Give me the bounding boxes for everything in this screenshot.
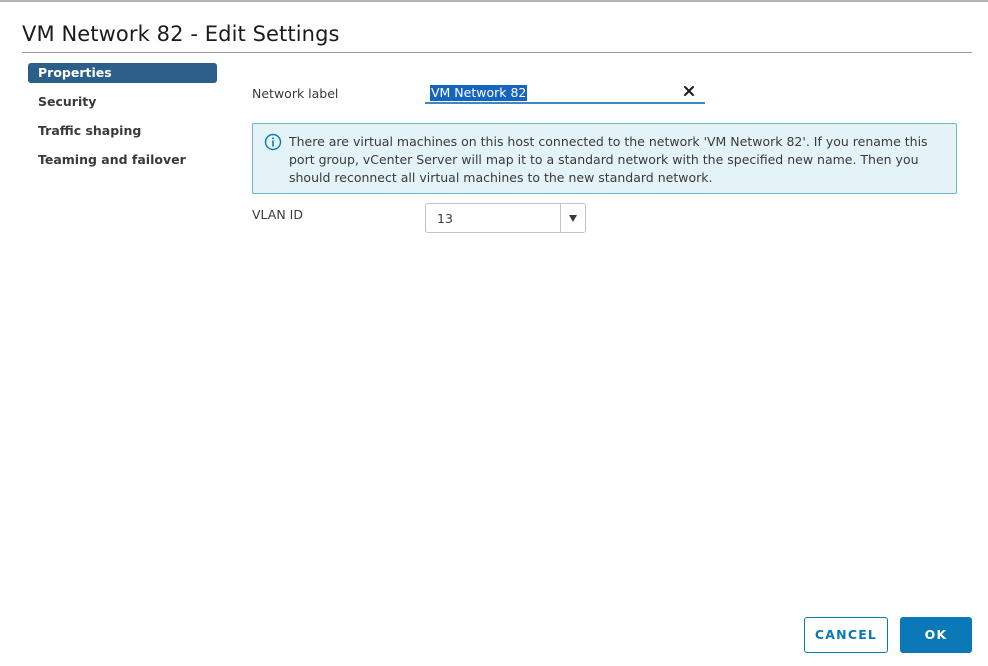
info-icon [264,133,282,151]
caret-down-icon[interactable] [569,215,577,222]
info-alert: There are virtual machines on this host … [252,123,957,194]
nav-item-traffic-shaping[interactable]: Traffic shaping [28,121,217,141]
title-divider [22,52,972,53]
vlan-id-value: 13 [437,211,453,226]
vlan-id-caption: VLAN ID [252,207,303,222]
nav-item-properties[interactable]: Properties [28,63,217,83]
settings-nav: Properties Security Traffic shaping Team… [28,63,217,179]
edit-settings-dialog: VM Network 82 - Edit Settings Properties… [0,0,988,666]
nav-item-security[interactable]: Security [28,92,217,112]
cancel-button[interactable]: CANCEL [804,617,888,653]
window-top-border [0,0,988,2]
network-label-caption: Network label [252,86,339,101]
dialog-title: VM Network 82 - Edit Settings [22,22,340,46]
vlan-id-select[interactable]: 13 [425,203,586,233]
nav-item-teaming-and-failover[interactable]: Teaming and failover [28,150,217,170]
info-message: There are virtual machines on this host … [289,134,928,185]
close-icon[interactable] [681,83,697,99]
network-label-input[interactable]: VM Network 82 [425,82,705,104]
network-label-value: VM Network 82 [430,85,528,101]
select-divider [560,204,561,232]
ok-button[interactable]: OK [900,617,972,653]
